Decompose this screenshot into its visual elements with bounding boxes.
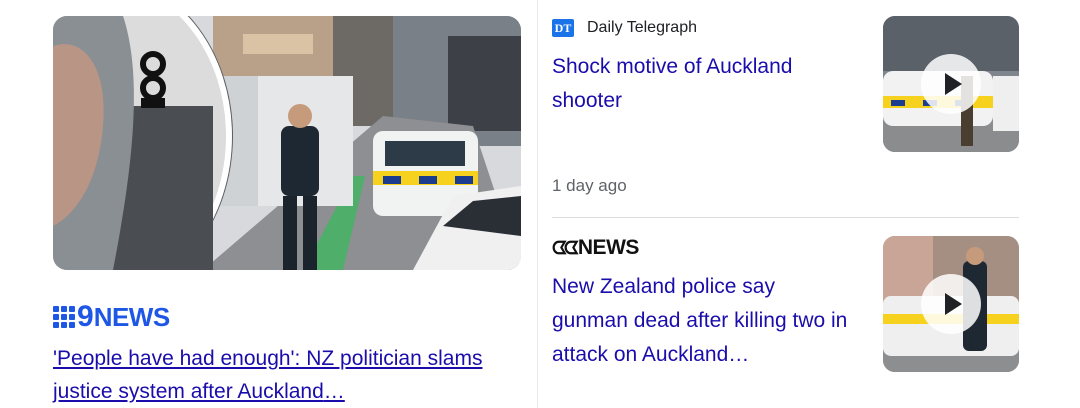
headline-ellipsis: … bbox=[323, 380, 345, 403]
main-story-headline-text[interactable]: 'People have had enough': NZ politician … bbox=[53, 347, 482, 403]
side-story-headline[interactable]: New Zealand police say gunman dead after… bbox=[552, 270, 852, 372]
abc-logo-text: NEWS bbox=[577, 236, 640, 259]
main-story-image[interactable] bbox=[53, 16, 521, 270]
nine-logo-number: 9 bbox=[77, 300, 94, 333]
abc-news-logo: ᗧᗧ NEWS bbox=[552, 236, 639, 260]
story-divider bbox=[552, 217, 1019, 218]
play-button[interactable] bbox=[921, 54, 981, 114]
nine-news-logo: 9 NEWS bbox=[53, 300, 171, 333]
source-name: Daily Telegraph bbox=[587, 19, 697, 36]
nine-dots-icon bbox=[53, 306, 75, 328]
story-timestamp: 1 day ago bbox=[552, 176, 627, 195]
play-icon bbox=[945, 293, 962, 315]
abc-logo-icon: ᗧᗧ bbox=[552, 237, 579, 258]
play-button[interactable] bbox=[921, 274, 981, 334]
video-thumbnail-1[interactable] bbox=[883, 16, 1019, 152]
play-icon bbox=[945, 73, 962, 95]
video-thumbnail-2[interactable] bbox=[883, 236, 1019, 372]
nine-logo-text: NEWS bbox=[93, 302, 171, 332]
main-story-headline[interactable]: 'People have had enough': NZ politician … bbox=[53, 342, 493, 408]
daily-telegraph-logo-icon: DT bbox=[552, 19, 574, 37]
police-scene-photo bbox=[53, 16, 521, 270]
side-story-headline[interactable]: Shock motive of Auckland shooter bbox=[552, 50, 852, 118]
column-divider bbox=[537, 0, 538, 408]
